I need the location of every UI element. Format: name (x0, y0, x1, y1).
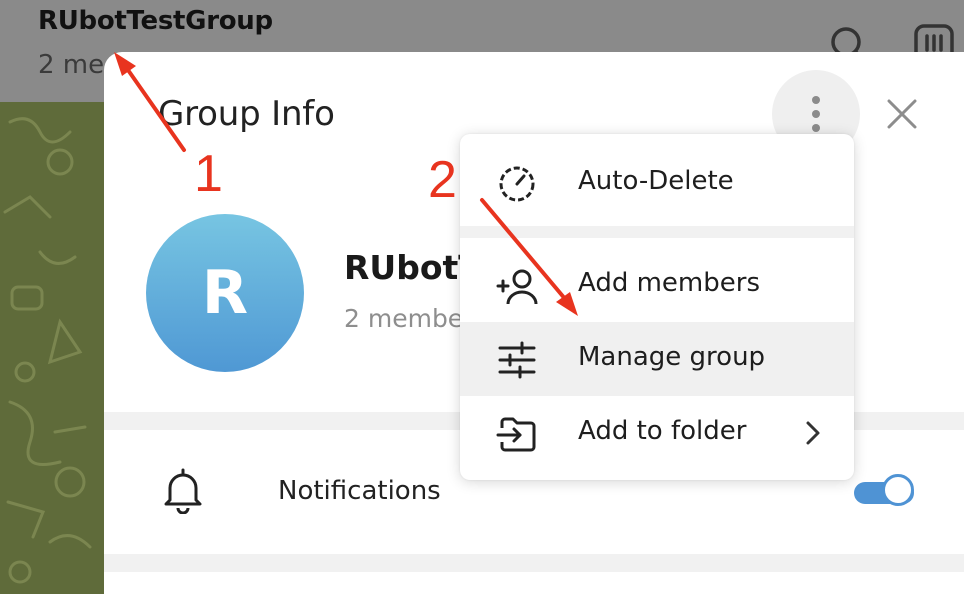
timer-icon (499, 166, 535, 202)
group-options-menu: Auto-Delete Add members Manage group Add… (460, 134, 854, 480)
chat-wallpaper (0, 102, 104, 594)
menu-item-manage-group[interactable]: Manage group (460, 322, 854, 396)
menu-item-add-to-folder[interactable]: Add to folder (460, 396, 854, 470)
menu-item-label: Add to folder (578, 416, 747, 446)
bell-icon (164, 468, 202, 514)
avatar-letter: R (201, 258, 249, 328)
menu-item-auto-delete[interactable]: Auto-Delete (460, 146, 854, 220)
step-number-1: 1 (194, 145, 223, 203)
chat-title[interactable]: RUbotTestGroup (38, 6, 273, 36)
section-divider (104, 554, 964, 572)
vertical-dots-icon-dot (812, 124, 820, 132)
folder-move-icon (496, 417, 536, 452)
group-name: RUbotT (344, 248, 462, 287)
toggle-knob (882, 474, 914, 506)
notifications-toggle[interactable] (854, 474, 918, 510)
group-avatar[interactable]: R (146, 214, 304, 372)
close-icon[interactable] (884, 96, 920, 132)
chat-subtitle: 2 me (38, 50, 105, 80)
menu-item-label: Auto-Delete (578, 166, 734, 196)
chevron-right-icon (806, 421, 820, 445)
menu-item-label: Add members (578, 268, 760, 298)
group-members-count: 2 membe (344, 304, 462, 333)
add-user-icon (496, 269, 538, 305)
sliders-icon (498, 341, 536, 379)
notifications-label: Notifications (278, 476, 441, 506)
dialog-title: Group Info (158, 94, 335, 134)
step-number-2: 2 (428, 151, 457, 209)
vertical-dots-icon-dot (812, 110, 820, 118)
menu-separator (460, 226, 854, 238)
vertical-dots-icon (812, 96, 820, 104)
screen: RUbotTestGroup 2 me Group Info R RUbot 2… (0, 0, 964, 594)
menu-item-label: Manage group (578, 342, 766, 372)
menu-item-add-members[interactable]: Add members (460, 248, 854, 322)
